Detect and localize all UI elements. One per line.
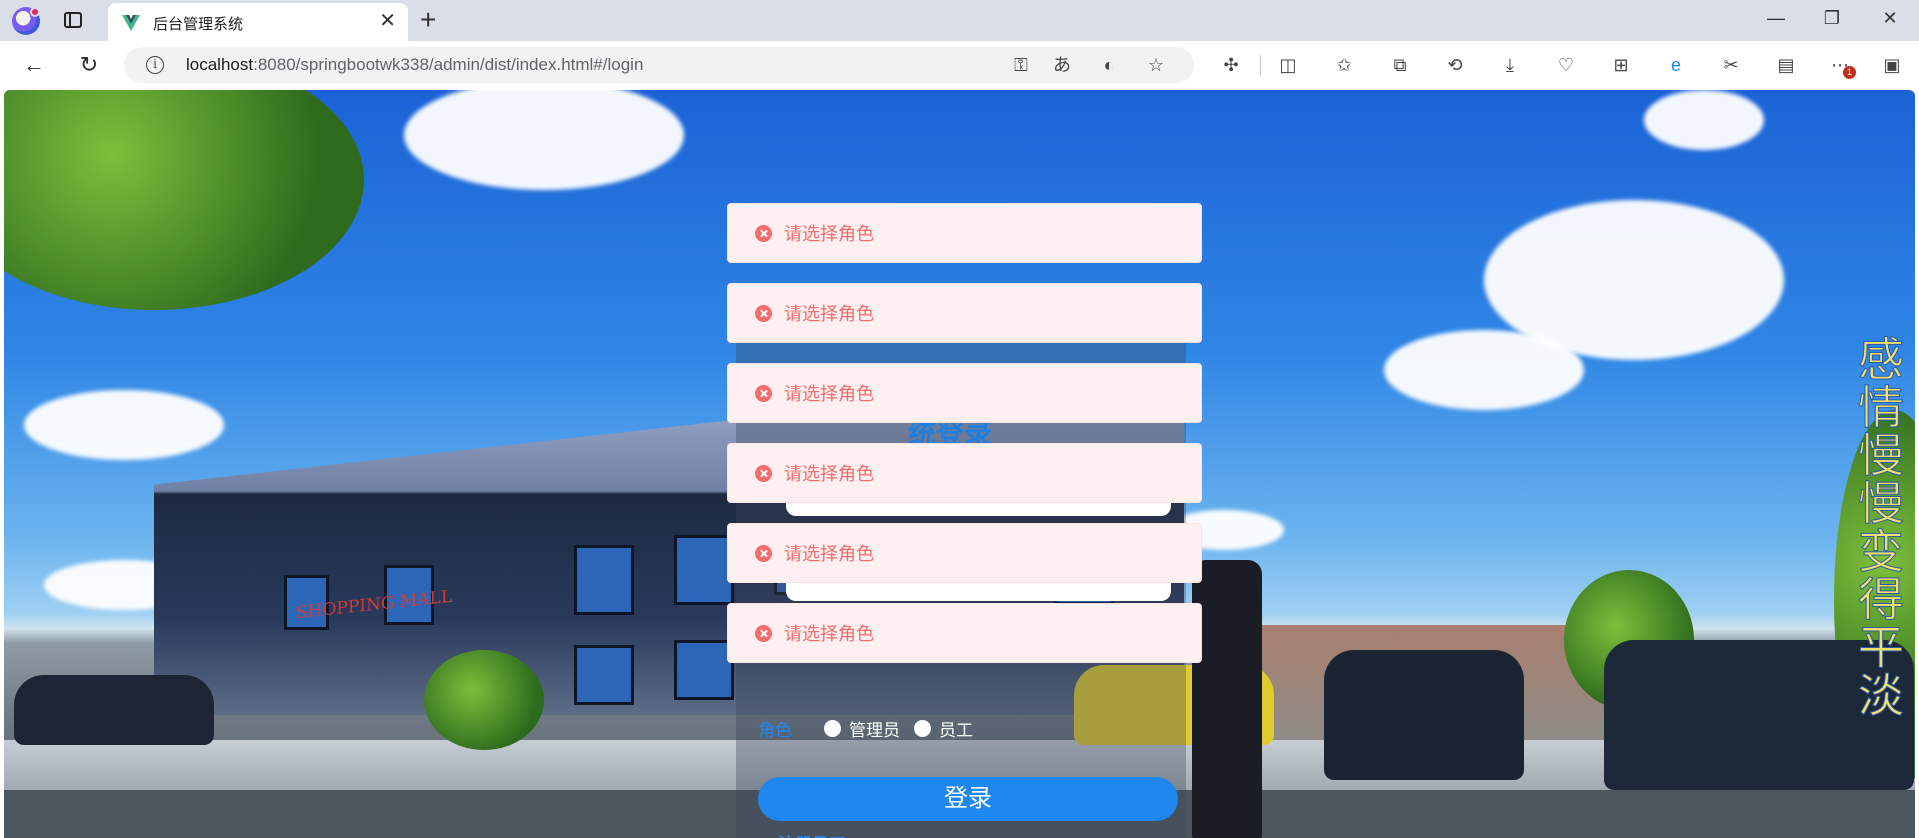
person-figure (1192, 560, 1262, 838)
register-staff-link[interactable]: 注册员工 (778, 830, 846, 838)
collections-icon[interactable]: ⧉ (1390, 55, 1410, 75)
copilot-icon[interactable]: ▣ (1882, 55, 1902, 75)
address-bar[interactable]: i localhost:8080/springbootwk338/admin/d… (124, 47, 1194, 83)
favorites-icon[interactable]: ✩ (1334, 55, 1354, 75)
page-viewport: SHOPPING MALL 感情慢慢变得平淡 统登录 角色 管理员 员工 登录 … (4, 90, 1915, 838)
screenshot-icon[interactable]: ✂ (1721, 55, 1741, 75)
role-label: 角色 (758, 720, 792, 740)
split-screen-icon[interactable]: ◫ (1278, 55, 1298, 75)
minimize-button[interactable]: — (1766, 8, 1786, 28)
browser-tab-strip: 后台管理系统 ✕ + — ❐ ✕ (0, 0, 1919, 41)
radio-circle[interactable] (914, 719, 931, 737)
tree-foliage (4, 90, 364, 310)
login-button[interactable]: 登录 (758, 777, 1178, 821)
close-window-button[interactable]: ✕ (1880, 8, 1900, 28)
role-option-staff[interactable]: 员工 (914, 716, 973, 741)
browser-tab-active[interactable]: 后台管理系统 ✕ (108, 3, 408, 41)
browser-toolbar: ← ↻ i localhost:8080/springbootwk338/adm… (0, 41, 1919, 89)
vertical-slogan: 感情慢慢变得平淡 (1851, 335, 1906, 720)
restore-button[interactable]: ❐ (1822, 8, 1842, 28)
extensions-icon[interactable]: ✣ (1221, 55, 1241, 75)
error-circle-icon (755, 224, 772, 242)
radio-circle[interactable] (824, 719, 841, 737)
back-icon[interactable]: ← (22, 53, 46, 77)
error-message: 请选择角色 (727, 203, 1202, 263)
sidebar-icon[interactable]: ▤ (1776, 55, 1796, 75)
error-message: 请选择角色 (727, 523, 1202, 583)
vue-logo-icon (122, 15, 140, 31)
site-info-icon[interactable]: i (146, 56, 164, 74)
error-circle-icon (755, 624, 772, 642)
favorite-star-icon[interactable]: ☆ (1146, 55, 1166, 75)
more-menu-icon[interactable]: ⋯ 1 (1830, 55, 1856, 79)
browser-profile-icon[interactable] (12, 7, 40, 35)
notification-badge: 1 (1843, 66, 1856, 79)
new-tab-button[interactable]: + (420, 6, 436, 34)
cloud (1644, 90, 1764, 150)
tab-actions-icon[interactable] (64, 12, 82, 28)
translate-icon[interactable]: あ (1052, 55, 1072, 75)
error-circle-icon (755, 464, 772, 482)
error-circle-icon (755, 384, 772, 402)
cloud (1384, 330, 1584, 410)
tab-title: 后台管理系统 (153, 16, 244, 33)
tab-close-icon[interactable]: ✕ (379, 11, 396, 31)
downloads-icon[interactable]: ⤓ (1500, 55, 1520, 75)
tree-foliage (424, 650, 544, 750)
error-message: 请选择角色 (727, 443, 1202, 503)
apps-icon[interactable]: ⊞ (1611, 55, 1631, 75)
cloud (24, 390, 224, 460)
car (1324, 650, 1524, 780)
refresh-icon[interactable]: ↻ (77, 53, 101, 77)
cloud (404, 90, 684, 190)
error-message: 请选择角色 (727, 363, 1202, 423)
history-icon[interactable]: ⟲ (1445, 55, 1465, 75)
error-message: 请选择角色 (727, 603, 1202, 663)
browser-essentials-icon[interactable]: ♡ (1556, 55, 1576, 75)
error-message: 请选择角色 (727, 283, 1202, 343)
car (14, 675, 214, 745)
password-key-icon[interactable]: ⚿ (1011, 55, 1031, 75)
role-option-admin[interactable]: 管理员 (824, 716, 900, 741)
error-circle-icon (755, 544, 772, 562)
role-selector: 角色 管理员 员工 (758, 716, 987, 740)
toolbar-divider (1260, 55, 1261, 75)
edge-app-icon[interactable]: ◐ (1099, 55, 1119, 75)
url-text[interactable]: localhost:8080/springbootwk338/admin/dis… (186, 55, 643, 75)
error-circle-icon (755, 304, 772, 322)
internet-explorer-mode-icon[interactable]: e (1666, 55, 1686, 75)
